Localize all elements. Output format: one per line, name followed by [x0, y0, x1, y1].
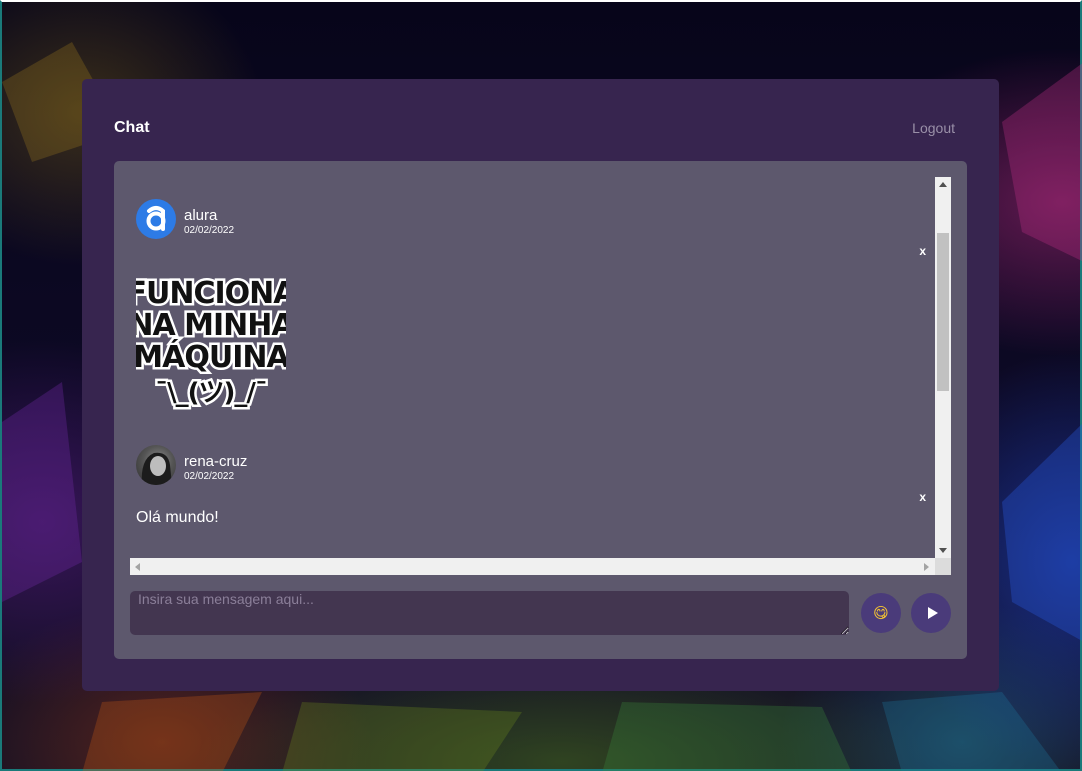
sticker-line: ¯\_(ツ)_/¯ [155, 378, 267, 408]
vertical-scrollbar[interactable] [935, 177, 951, 558]
alura-logo-icon [146, 206, 166, 231]
scroll-down-icon[interactable] [939, 548, 947, 553]
message-list[interactable]: alura 02/02/2022 x FUNCIONA NA MINHA MÁQ… [130, 177, 935, 558]
sticker-line: FUNCIONA [136, 276, 286, 311]
scroll-up-icon[interactable] [939, 182, 947, 187]
emoji-button[interactable]: 😋 [861, 593, 901, 633]
logout-button[interactable]: Logout [912, 120, 955, 136]
message-list-viewport: alura 02/02/2022 x FUNCIONA NA MINHA MÁQ… [130, 177, 951, 575]
delete-message-button[interactable]: x [919, 244, 926, 258]
avatar [136, 199, 176, 239]
delete-message-button[interactable]: x [919, 490, 926, 504]
page-title: Chat [114, 119, 150, 136]
message-item: rena-cruz 02/02/2022 x Olá mundo! [136, 445, 926, 527]
play-icon [927, 607, 938, 619]
chat-header: Chat Logout [114, 119, 955, 137]
message-date: 02/02/2022 [184, 225, 235, 236]
chat-panel: alura 02/02/2022 x FUNCIONA NA MINHA MÁQ… [114, 161, 967, 659]
scrollbar-thumb[interactable] [937, 233, 949, 391]
message-date: 02/02/2022 [184, 471, 235, 482]
smiley-icon: 😋 [873, 604, 889, 622]
message-input[interactable] [130, 591, 849, 635]
message-header: alura 02/02/2022 [136, 199, 926, 239]
scroll-left-icon[interactable] [135, 563, 140, 571]
avatar [136, 445, 176, 485]
sticker-line: NA MINHA [136, 308, 286, 343]
message-meta: rena-cruz 02/02/2022 [184, 447, 247, 483]
message-text: Olá mundo! [136, 509, 219, 526]
message-composer: 😋 [130, 591, 951, 635]
chat-container: Chat Logout alura 02/02/2022 x UNCIONA N… [82, 79, 999, 691]
sticker-line: MÁQUINA [136, 339, 286, 375]
message-header: rena-cruz 02/02/2022 [136, 445, 926, 485]
message-username: alura [184, 207, 218, 224]
send-button[interactable] [911, 593, 951, 633]
message-sticker: FUNCIONA NA MINHA MÁQUINA ¯\_(ツ)_/¯ [136, 274, 286, 411]
message-meta: alura 02/02/2022 [184, 201, 234, 237]
scrollbar-corner [935, 558, 951, 575]
user-photo-icon [141, 452, 172, 485]
message-username: rena-cruz [184, 453, 248, 470]
scroll-right-icon[interactable] [924, 563, 929, 571]
message-item: alura 02/02/2022 x FUNCIONA NA MINHA MÁQ… [136, 199, 926, 415]
horizontal-scrollbar[interactable] [130, 558, 935, 575]
